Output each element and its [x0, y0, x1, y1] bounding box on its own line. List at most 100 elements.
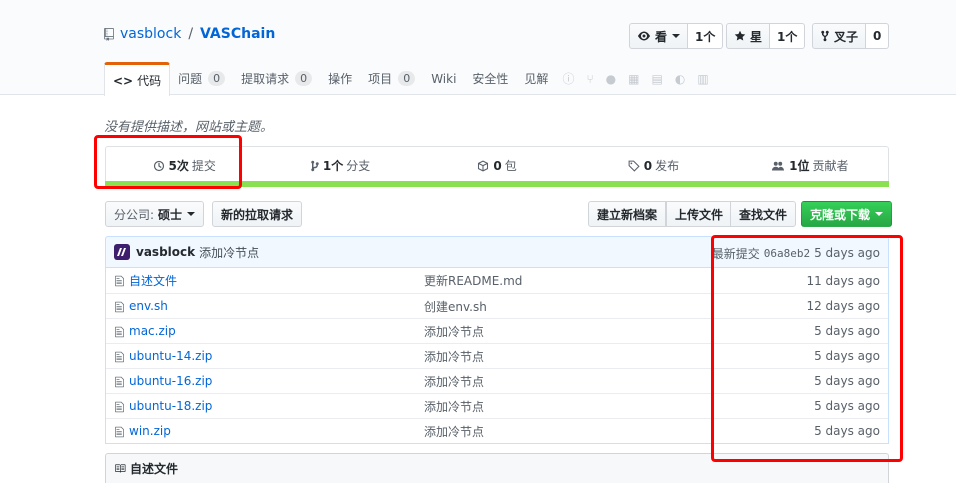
commits-link[interactable]: 5次 提交	[106, 147, 262, 184]
commit-message-link[interactable]: 添加冷节点	[199, 244, 259, 261]
contributors-label: 贡献者	[812, 159, 849, 173]
file-name-link[interactable]: mac.zip	[129, 324, 176, 338]
file-commit-message[interactable]: 添加冷节点	[424, 373, 484, 390]
commits-label: 提交	[191, 159, 216, 173]
play-icon[interactable]: ●	[606, 72, 616, 86]
branches-count: 1个	[322, 159, 344, 173]
tab-label: 问题	[178, 72, 203, 86]
bar-chart-icon[interactable]: ▥	[697, 72, 708, 86]
branch-icon	[311, 160, 319, 171]
chevron-down-icon	[672, 34, 681, 38]
watch-button[interactable]: 看	[629, 23, 689, 49]
file-icon	[115, 351, 124, 363]
find-file-button[interactable]: 查找文件	[730, 201, 797, 227]
file-name-link[interactable]: env.sh	[129, 299, 168, 313]
fork-icon	[821, 30, 829, 42]
chevron-down-icon	[187, 212, 196, 216]
upload-files-button[interactable]: 上传文件	[666, 201, 733, 227]
commits-count: 5次	[168, 159, 189, 173]
tab-pull-requests[interactable]: 提取请求 0	[233, 62, 320, 95]
latest-commit-prefix: 最新提交	[711, 246, 760, 261]
tab-actions[interactable]: 操作	[320, 62, 360, 95]
file-commit-message[interactable]: 更新README.md	[424, 272, 522, 289]
tab-security[interactable]: 安全性	[464, 62, 516, 95]
tab-wiki[interactable]: Wiki	[423, 62, 464, 95]
file-commit-message[interactable]: 创建env.sh	[424, 298, 487, 315]
tab-insights[interactable]: 见解	[516, 62, 556, 95]
file-commit-message[interactable]: 添加冷节点	[424, 398, 484, 415]
contributors-link[interactable]: 1位 贡献者	[732, 147, 888, 184]
create-file-button[interactable]: 建立新档案	[588, 201, 667, 227]
file-age: 5 days ago	[814, 324, 880, 338]
file-icon	[115, 275, 124, 287]
repo-name-link[interactable]: VASChain	[200, 26, 275, 42]
numbers-summary: 5次 提交 1个 分支 0 包 0 发布 1位 贡献者	[105, 146, 889, 184]
avatar[interactable]	[114, 244, 130, 260]
repo-title: vasblock / VASChain	[104, 24, 275, 44]
info-icon[interactable]: ⓘ	[562, 70, 574, 87]
tab-issues[interactable]: 问题 0	[170, 62, 233, 95]
branches-link[interactable]: 1个 分支	[262, 147, 418, 184]
pull-requests-counter: 0	[295, 71, 313, 86]
commit-author-link[interactable]: vasblock	[136, 245, 195, 259]
star-count[interactable]: 1个	[770, 23, 806, 49]
latest-commit-info: 最新提交 06a8eb2 5 days ago	[712, 237, 880, 269]
repo-owner-link[interactable]: vasblock	[120, 26, 181, 42]
shield-icon[interactable]: ◐	[675, 72, 685, 86]
releases-count: 0	[643, 158, 653, 173]
new-pull-request-button[interactable]: 新的拉取请求	[212, 201, 303, 227]
file-name-link[interactable]: 自述文件	[129, 272, 177, 289]
tab-label: 操作	[328, 72, 353, 86]
chevron-down-icon	[875, 212, 884, 216]
releases-label: 发布	[655, 159, 680, 173]
file-navigation: 分公司: 硕士 新的拉取请求 建立新档案 上传文件 查找文件 克隆或下载	[105, 201, 893, 227]
clone-download-button[interactable]: 克隆或下载	[801, 201, 893, 227]
tab-label: 提取请求	[241, 72, 290, 86]
table-row: ubuntu-14.zip 添加冷节点 5 days ago	[106, 343, 888, 368]
file-commit-message[interactable]: 添加冷节点	[424, 348, 484, 365]
list-icon[interactable]: ▤	[651, 72, 662, 86]
table-row: 自述文件 更新README.md 11 days ago	[106, 268, 888, 293]
file-name-link[interactable]: win.zip	[129, 424, 171, 438]
branches-label: 分支	[346, 159, 371, 173]
star-button[interactable]: 星	[726, 23, 771, 49]
fork-count[interactable]: 0	[866, 23, 890, 49]
history-icon	[153, 160, 164, 171]
file-age: 5 days ago	[814, 424, 880, 438]
file-commit-message[interactable]: 添加冷节点	[424, 423, 484, 440]
file-name-link[interactable]: ubuntu-14.zip	[129, 349, 212, 363]
file-age: 5 days ago	[814, 349, 880, 363]
commit-age: 5 days ago	[814, 246, 880, 260]
clone-download-label: 克隆或下载	[810, 207, 871, 222]
tab-projects[interactable]: 项目 0	[360, 62, 423, 95]
contributors-count: 1位	[789, 159, 810, 173]
issues-counter: 0	[208, 71, 226, 86]
fork-group: 叉子 0	[812, 23, 890, 49]
branch-select-button[interactable]: 分公司: 硕士	[105, 201, 205, 227]
releases-link[interactable]: 0 发布	[575, 147, 731, 184]
commit-sha-link[interactable]: 06a8eb2	[764, 247, 810, 260]
branch-name: 硕士	[158, 207, 183, 222]
repo-icon	[104, 27, 114, 41]
branch-icon[interactable]: ⑂	[586, 72, 593, 86]
language-bar[interactable]	[105, 181, 889, 187]
file-name-link[interactable]: ubuntu-16.zip	[129, 374, 212, 388]
grid-icon[interactable]: ▦	[628, 72, 639, 86]
watch-count[interactable]: 1个	[688, 23, 724, 49]
file-icon	[115, 401, 124, 413]
tab-label: 安全性	[472, 72, 509, 86]
fork-label: 叉子	[834, 29, 859, 44]
projects-counter: 0	[398, 71, 416, 86]
people-icon	[772, 161, 785, 170]
packages-link[interactable]: 0 包	[419, 147, 575, 184]
file-name-link[interactable]: ubuntu-18.zip	[129, 399, 212, 413]
fork-button[interactable]: 叉子	[812, 23, 867, 49]
table-row: ubuntu-16.zip 添加冷节点 5 days ago	[106, 368, 888, 393]
tab-label: 项目	[368, 72, 393, 86]
readme-header: 自述文件	[105, 453, 889, 483]
tab-label: 见解	[524, 72, 549, 86]
repo-nav-tabs: <> 代码 问题 0 提取请求 0 操作 项目 0 Wiki 安全性 见解 ⓘ …	[104, 62, 715, 96]
tab-code[interactable]: <> 代码	[104, 62, 171, 96]
vas-logo-icon	[117, 248, 126, 256]
file-commit-message[interactable]: 添加冷节点	[424, 323, 484, 340]
